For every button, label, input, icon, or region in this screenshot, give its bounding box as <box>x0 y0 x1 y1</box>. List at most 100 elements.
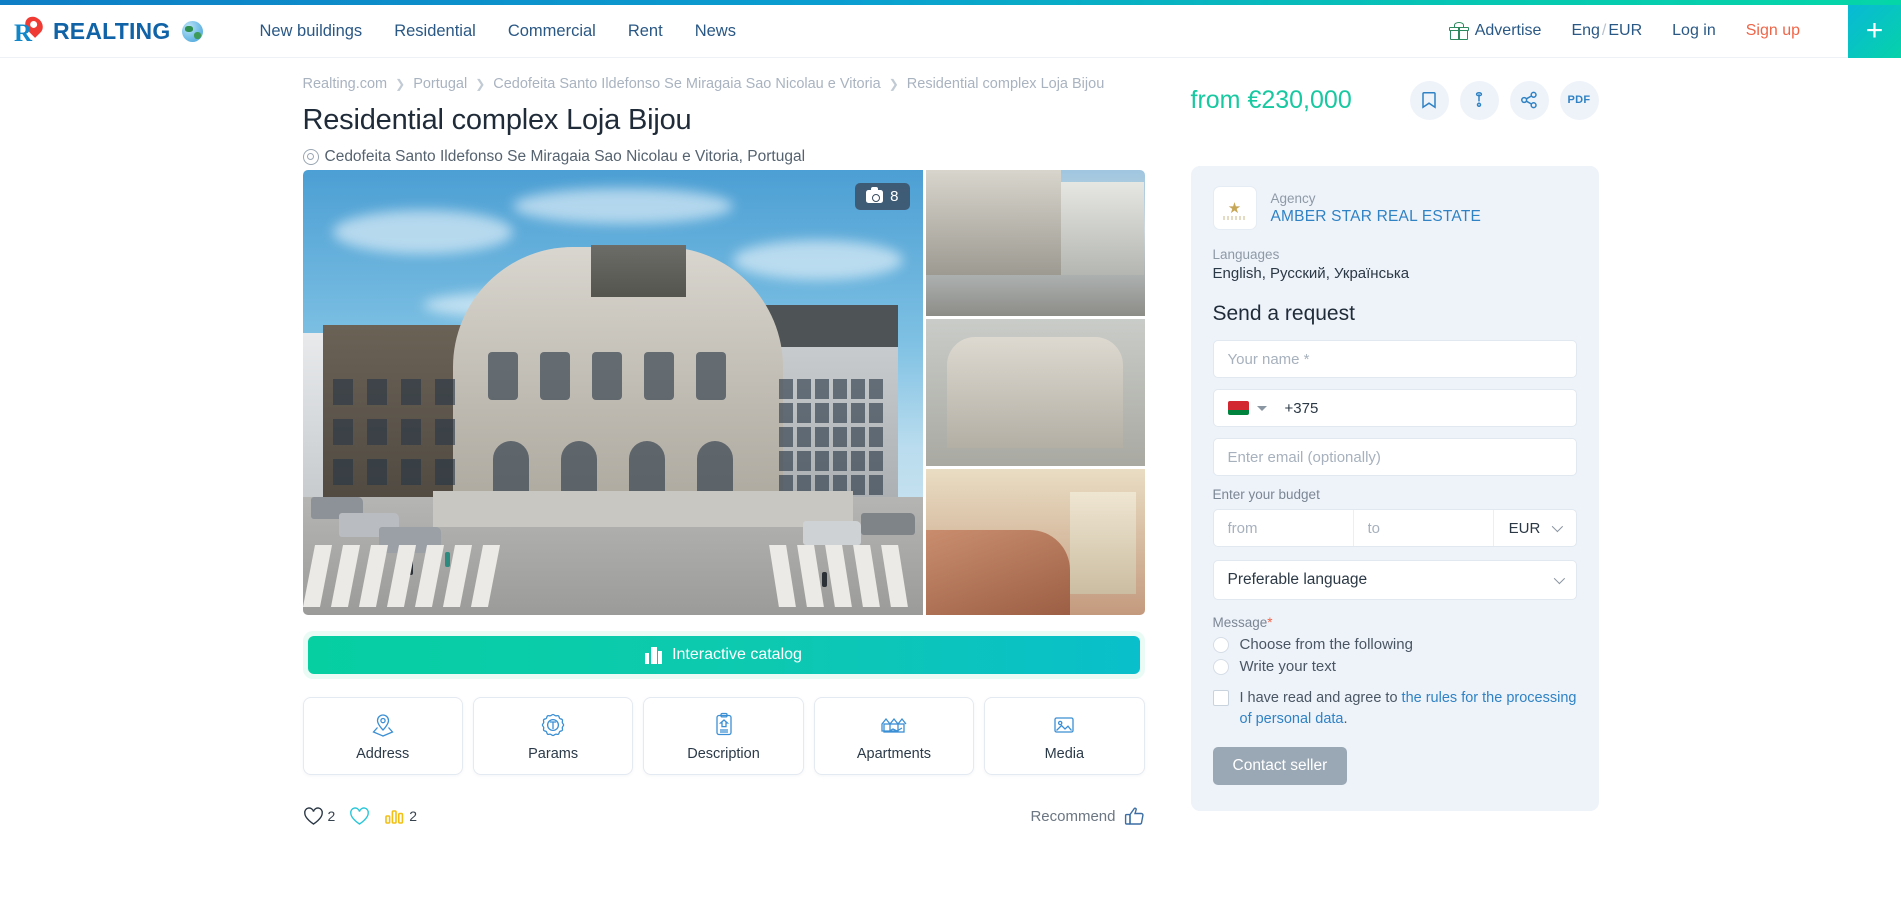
belarus-flag-icon <box>1227 401 1249 415</box>
listing-stats-bar: 2 2 Recommend <box>303 801 1145 831</box>
agency-info: Agency AMBER STAR REAL ESTATE <box>1271 191 1482 226</box>
terms-suffix: . <box>1343 711 1348 728</box>
thumbnail-facade[interactable] <box>925 319 1145 466</box>
breadcrumb-item-current: Residential complex Loja Bijou <box>906 76 1105 92</box>
add-listing-button[interactable]: + <box>1848 4 1901 58</box>
phone-input-group[interactable]: +375 <box>1212 389 1577 427</box>
languages-value: English, Русский, Українська <box>1212 265 1410 282</box>
breadcrumb-item-country[interactable]: Portugal <box>413 76 467 92</box>
thumbs-up-icon <box>1124 807 1144 825</box>
budget-input-group: EUR <box>1212 509 1577 547</box>
listing-address: Cedofeita Santo Ildefonso Se Miragaia Sa… <box>302 148 1601 166</box>
currency-value: EUR <box>1608 22 1643 39</box>
interactive-catalog-button[interactable]: Interactive catalog <box>307 636 1140 674</box>
globe-icon[interactable] <box>182 20 204 42</box>
pdf-label: PDF <box>1567 94 1591 106</box>
agency-name-link[interactable]: AMBER STAR REAL ESTATE <box>1271 208 1482 225</box>
bookmark-button[interactable] <box>1409 80 1449 120</box>
terms-checkbox[interactable] <box>1212 690 1229 706</box>
navcard-params[interactable]: Params <box>472 697 634 775</box>
thumbnail-interior-staircase[interactable] <box>925 468 1145 615</box>
recommend-button[interactable]: Recommend <box>1030 806 1144 826</box>
complain-icon <box>1475 91 1483 108</box>
agency-kicker: Agency <box>1270 190 1316 206</box>
realting-logo-mark: R <box>14 13 47 46</box>
advertise-label: Advertise <box>1474 22 1542 39</box>
breadcrumb-separator: ❯ <box>888 77 899 91</box>
site-logo[interactable]: R REALTING <box>14 13 204 46</box>
left-column: 8 Interactive catalog Address Params Des… <box>302 170 1145 831</box>
contact-seller-button[interactable]: Contact seller <box>1212 747 1348 786</box>
location-pin-icon <box>302 148 319 166</box>
gift-icon <box>1448 22 1469 40</box>
nav-item-residential[interactable]: Residential <box>394 22 476 41</box>
name-input[interactable] <box>1212 340 1577 378</box>
pdf-download-button[interactable]: PDF <box>1559 80 1599 120</box>
nav-item-commercial[interactable]: Commercial <box>508 22 596 41</box>
heart-teal-icon <box>350 806 370 825</box>
breadcrumb-separator: ❯ <box>395 77 406 91</box>
nav-item-news[interactable]: News <box>695 22 736 41</box>
terms-text: I have read and agree to the rules for t… <box>1240 688 1577 730</box>
nav-item-rent[interactable]: Rent <box>628 22 663 41</box>
heart-outline-icon <box>303 806 323 825</box>
radio-icon <box>1212 636 1229 653</box>
signup-link[interactable]: Sign up <box>1746 22 1800 40</box>
budget-to-input[interactable] <box>1353 510 1493 546</box>
hero-photo[interactable]: 8 <box>302 170 923 615</box>
location-pin-icon <box>372 713 394 737</box>
catalog-label: Interactive catalog <box>672 646 802 663</box>
advertise-button[interactable]: Advertise <box>1448 22 1542 40</box>
agency-block: ★ Agency AMBER STAR REAL ESTATE <box>1212 186 1577 230</box>
like-button[interactable] <box>349 806 370 826</box>
navcard-label: Address <box>356 745 410 762</box>
section-nav-cards: Address Params Description Apartments Me… <box>302 697 1145 775</box>
radio-label: Write your text <box>1239 658 1336 675</box>
interactive-catalog-wrapper: Interactive catalog <box>302 631 1145 679</box>
photo-count: 8 <box>890 188 899 205</box>
navcard-label: Description <box>687 745 760 762</box>
radio-label: Choose from the following <box>1239 636 1413 653</box>
complain-button[interactable] <box>1459 80 1499 120</box>
radio-choose-from-following[interactable]: Choose from the following <box>1212 636 1577 653</box>
currency-select[interactable]: EUR <box>1494 510 1576 546</box>
language-currency-switcher[interactable]: Eng / EUR <box>1571 22 1642 40</box>
navcard-media[interactable]: Media <box>984 697 1145 775</box>
navcard-label: Media <box>1044 745 1085 762</box>
preferable-language-select[interactable]: Preferable language <box>1212 560 1577 600</box>
login-link[interactable]: Log in <box>1672 22 1716 40</box>
breadcrumb-item-region[interactable]: Cedofeita Santo Ildefonso Se Miragaia Sa… <box>493 76 880 92</box>
image-icon <box>1054 716 1074 733</box>
listing-action-buttons: PDF <box>1409 80 1599 120</box>
site-header: R REALTING New buildings Residential Com… <box>0 4 1901 58</box>
navcard-description[interactable]: Description <box>643 697 804 775</box>
share-button[interactable] <box>1509 80 1549 120</box>
star-icon: ★ <box>1227 199 1242 217</box>
navcard-address[interactable]: Address <box>302 697 463 775</box>
share-icon <box>1521 91 1537 109</box>
page-load-progress-bar <box>0 0 1901 5</box>
address-text: Cedofeita Santo Ildefonso Se Miragaia Sa… <box>324 148 806 165</box>
agency-logo[interactable]: ★ <box>1212 186 1257 230</box>
main-navigation: New buildings Residential Commercial Ren… <box>259 22 736 41</box>
message-label: Message* <box>1213 615 1577 630</box>
thumbnail-street-view[interactable] <box>925 170 1145 317</box>
languages-label: Languages <box>1212 247 1280 262</box>
message-label-text: Message <box>1212 615 1268 630</box>
request-sidebar: ★ Agency AMBER STAR REAL ESTATE Language… <box>1190 166 1599 812</box>
radio-write-your-text[interactable]: Write your text <box>1212 658 1577 675</box>
page-body: Realting.com ❯ Portugal ❯ Cedofeita Sant… <box>0 58 1901 913</box>
recommend-label: Recommend <box>1030 807 1116 825</box>
breadcrumb-separator: ❯ <box>475 77 486 91</box>
email-input[interactable] <box>1212 438 1577 476</box>
terms-agreement-row: I have read and agree to the rules for t… <box>1212 688 1577 730</box>
breadcrumb-item-home[interactable]: Realting.com <box>303 76 388 92</box>
content-container: Realting.com ❯ Portugal ❯ Cedofeita Sant… <box>301 58 1601 825</box>
nav-item-new-buildings[interactable]: New buildings <box>259 22 362 41</box>
views-stat[interactable]: 2 <box>384 807 417 825</box>
budget-from-input[interactable] <box>1213 510 1353 546</box>
navcard-apartments[interactable]: Apartments <box>813 697 975 775</box>
clipboard-icon <box>715 712 732 735</box>
preferable-language-value: Preferable language <box>1227 571 1368 588</box>
favorites-stat[interactable]: 2 <box>303 806 335 826</box>
